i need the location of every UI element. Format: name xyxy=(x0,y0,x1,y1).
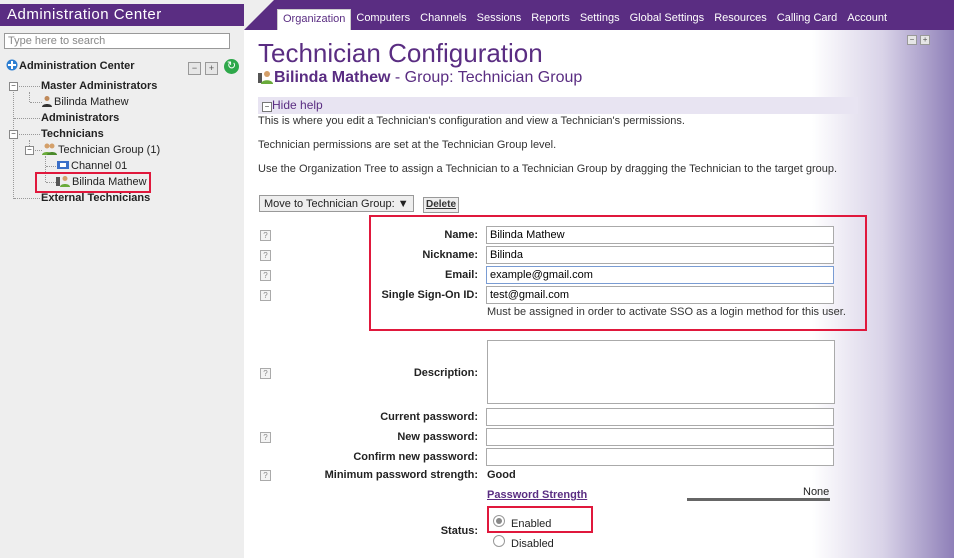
app-title: Administration Center xyxy=(0,4,244,26)
tab-account[interactable]: Account xyxy=(842,9,892,28)
password-strength-meter-label: None xyxy=(803,486,830,498)
new-password-field[interactable] xyxy=(486,428,834,446)
sso-label: Single Sign-On ID: xyxy=(381,289,478,301)
current-password-field[interactable] xyxy=(486,408,834,426)
help-icon[interactable]: ? xyxy=(260,432,271,443)
delete-button[interactable]: Delete xyxy=(423,197,460,213)
organization-tree-pane: Administration Center Administration Cen… xyxy=(0,0,244,558)
description-label: Description: xyxy=(413,367,478,379)
min-strength-label: Minimum password strength: xyxy=(324,469,478,481)
confirm-password-field[interactable] xyxy=(486,448,834,466)
password-strength-meter xyxy=(687,498,830,501)
description-textarea[interactable] xyxy=(487,340,835,404)
subtitle-user-name: Bilinda Mathew xyxy=(274,69,391,86)
tab-reports[interactable]: Reports xyxy=(526,9,575,28)
confirm-password-label: Confirm new password: xyxy=(353,451,478,463)
page-title: Technician Configuration xyxy=(258,38,543,68)
name-field[interactable] xyxy=(486,226,834,244)
collapse-technicians-toggle[interactable]: − xyxy=(9,130,18,139)
move-to-group-label: Move to Technician Group: xyxy=(264,198,395,210)
tree-item-technicians[interactable]: Technicians xyxy=(41,127,104,142)
tab-calling-card[interactable]: Calling Card xyxy=(772,9,843,28)
tree-item-external-technicians[interactable]: External Technicians xyxy=(41,191,150,206)
group-icon xyxy=(42,143,57,155)
tab-resources[interactable]: Resources xyxy=(709,9,772,28)
admin-user-icon xyxy=(41,95,53,107)
nickname-label: Nickname: xyxy=(422,249,478,261)
tab-settings[interactable]: Settings xyxy=(575,9,625,28)
new-password-label: New password: xyxy=(397,431,478,443)
name-label: Name: xyxy=(444,229,478,241)
sso-field[interactable] xyxy=(486,286,834,304)
current-password-label: Current password: xyxy=(380,411,478,423)
page-subtitle: Bilinda Mathew - Group: Technician Group xyxy=(258,69,582,87)
help-icon[interactable]: ? xyxy=(260,290,271,301)
min-strength-value: Good xyxy=(487,469,516,481)
highlight-box-status xyxy=(487,506,593,533)
email-label: Email: xyxy=(444,269,478,281)
status-disabled-label: Disabled xyxy=(511,538,554,550)
refresh-icon[interactable]: ↻ xyxy=(224,59,239,74)
help-text-3: Use the Organization Tree to assign a Te… xyxy=(258,163,838,175)
help-text-2: Technician permissions are set at the Te… xyxy=(258,139,557,151)
help-icon[interactable]: ? xyxy=(260,470,271,481)
tab-computers[interactable]: Computers xyxy=(351,9,415,28)
globe-icon xyxy=(6,59,18,71)
tree-item-master-admin-user[interactable]: Bilinda Mathew xyxy=(41,95,129,110)
maximize-icon[interactable]: + xyxy=(920,35,931,45)
tab-global-settings[interactable]: Global Settings xyxy=(625,9,710,28)
tree-item-technician-group[interactable]: Technician Group (1) xyxy=(42,143,160,158)
search-input[interactable] xyxy=(4,33,230,49)
dropdown-arrow-icon: ▼ xyxy=(397,198,409,210)
subtitle-group: - Group: Technician Group xyxy=(390,69,583,86)
collapse-master-admins-toggle[interactable]: − xyxy=(9,82,18,91)
collapse-icon: − xyxy=(262,102,272,112)
nickname-field[interactable] xyxy=(486,246,834,264)
hide-help-label: Hide help xyxy=(272,98,323,112)
expand-all-button[interactable]: + xyxy=(205,62,218,75)
tree-root[interactable]: Administration Center xyxy=(6,59,135,74)
help-text-1: This is where you edit a Technician's co… xyxy=(258,115,685,127)
hide-help-toggle[interactable]: − Hide help xyxy=(262,98,323,112)
collapse-technician-group-toggle[interactable]: − xyxy=(25,146,34,155)
help-icon[interactable]: ? xyxy=(260,270,271,281)
tree-root-label: Administration Center xyxy=(19,60,135,72)
move-to-group-select[interactable]: Move to Technician Group: ▼ xyxy=(259,195,414,212)
tree-item-label: Technician Group (1) xyxy=(58,144,161,156)
tree-item-administrators[interactable]: Administrators xyxy=(41,111,119,126)
channel-icon xyxy=(56,159,70,171)
status-disabled-radio[interactable] xyxy=(493,535,505,547)
help-icon[interactable]: ? xyxy=(260,230,271,241)
collapse-all-button[interactable]: − xyxy=(188,62,201,75)
email-field[interactable] xyxy=(486,266,834,284)
highlight-box-tree-user xyxy=(35,172,151,193)
tab-organization[interactable]: Organization xyxy=(277,9,352,31)
technician-user-icon xyxy=(258,70,273,84)
tree-item-label: Bilinda Mathew xyxy=(54,96,129,108)
tree-item-master-administrators[interactable]: Master Administrators xyxy=(41,79,157,94)
tab-sessions[interactable]: Sessions xyxy=(472,9,527,28)
password-strength-link[interactable]: Password Strength xyxy=(487,489,587,501)
minimize-icon[interactable]: − xyxy=(907,35,917,45)
sso-note: Must be assigned in order to activate SS… xyxy=(487,306,846,318)
help-bar xyxy=(258,97,858,114)
tab-channels[interactable]: Channels xyxy=(415,9,471,28)
tree-item-label: Channel 01 xyxy=(71,160,128,172)
window-buttons: − + xyxy=(907,33,931,45)
help-icon[interactable]: ? xyxy=(260,368,271,379)
help-icon[interactable]: ? xyxy=(260,250,271,261)
main-tabs: Organization Computers Channels Sessions Rep… xyxy=(277,9,892,31)
status-label: Status: xyxy=(440,525,478,537)
